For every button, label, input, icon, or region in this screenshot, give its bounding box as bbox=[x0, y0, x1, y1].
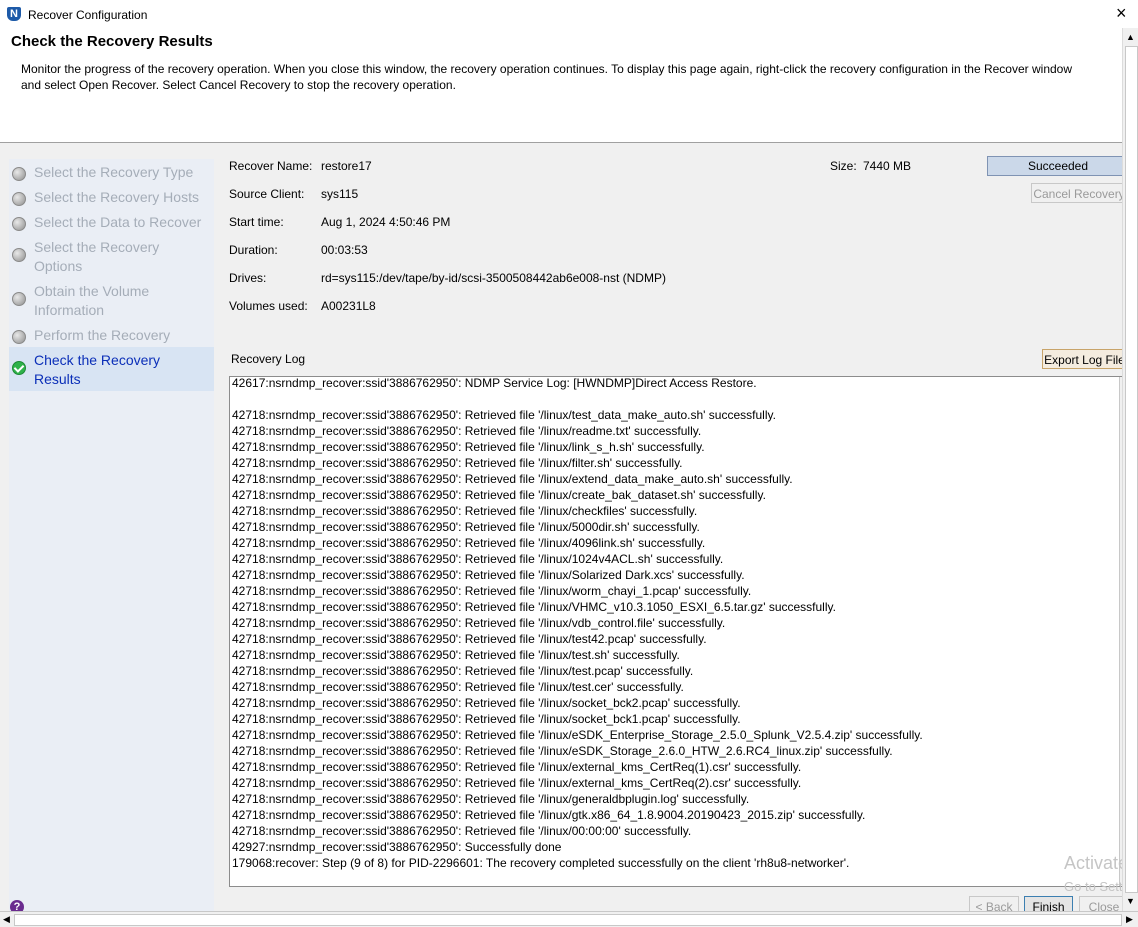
activate-windows-watermark: Activate Go to Setti bbox=[1064, 853, 1128, 897]
scroll-right-icon[interactable]: ▶ bbox=[1126, 914, 1133, 925]
log-line: 42927:nsrndmp_recover:ssid'3886762950': … bbox=[232, 840, 562, 854]
step-pending-icon bbox=[12, 192, 26, 206]
log-line: 42718:nsrndmp_recover:ssid'3886762950': … bbox=[232, 440, 705, 454]
step-label: Obtain the Volume Information bbox=[34, 283, 150, 318]
step-label: Check the Recovery Results bbox=[34, 352, 161, 387]
log-line: 42718:nsrndmp_recover:ssid'3886762950': … bbox=[232, 824, 692, 838]
scrollbar-thumb[interactable] bbox=[14, 914, 1122, 926]
start-time-value: Aug 1, 2024 4:50:46 PM bbox=[321, 215, 451, 229]
log-line: 42718:nsrndmp_recover:ssid'3886762950': … bbox=[232, 600, 836, 614]
log-line: 42718:nsrndmp_recover:ssid'3886762950': … bbox=[232, 760, 802, 774]
log-line: 42718:nsrndmp_recover:ssid'3886762950': … bbox=[232, 744, 893, 758]
window-titlebar: N Recover Configuration × bbox=[0, 0, 1138, 28]
step-pending-icon bbox=[12, 330, 26, 344]
log-line: 42718:nsrndmp_recover:ssid'3886762950': … bbox=[232, 504, 698, 518]
log-line: 42718:nsrndmp_recover:ssid'3886762950': … bbox=[232, 472, 793, 486]
log-line: 42718:nsrndmp_recover:ssid'3886762950': … bbox=[232, 568, 745, 582]
log-line: 42718:nsrndmp_recover:ssid'3886762950': … bbox=[232, 632, 707, 646]
duration-value: 00:03:53 bbox=[321, 243, 368, 257]
log-line: 179068:recover: Step (9 of 8) for PID-22… bbox=[232, 856, 850, 870]
window-horizontal-scrollbar[interactable]: ◀ ▶ bbox=[0, 911, 1138, 927]
step-obtain-volume-information: Obtain the Volume Information bbox=[9, 282, 214, 326]
step-select-recovery-options: Select the Recovery Options bbox=[9, 238, 214, 282]
scrollbar-thumb[interactable] bbox=[1125, 46, 1138, 893]
start-time-label: Start time: bbox=[229, 215, 284, 229]
log-line: 42718:nsrndmp_recover:ssid'3886762950': … bbox=[232, 680, 684, 694]
log-line: 42718:nsrndmp_recover:ssid'3886762950': … bbox=[232, 552, 724, 566]
step-label: Perform the Recovery bbox=[34, 327, 171, 343]
page-title: Check the Recovery Results bbox=[11, 33, 213, 50]
step-pending-icon bbox=[12, 167, 26, 181]
recover-name-value: restore17 bbox=[321, 159, 372, 173]
step-pending-icon bbox=[12, 292, 26, 306]
step-select-recovery-type: Select the Recovery Type bbox=[9, 163, 214, 188]
log-line: 42718:nsrndmp_recover:ssid'3886762950': … bbox=[232, 488, 766, 502]
window-vertical-scrollbar[interactable]: ▲ ▼ bbox=[1122, 28, 1138, 912]
scroll-down-icon[interactable]: ▼ bbox=[1126, 896, 1135, 906]
step-label: Select the Recovery Options bbox=[34, 239, 160, 274]
drives-label: Drives: bbox=[229, 271, 267, 285]
source-client-value: sys115 bbox=[321, 187, 359, 201]
log-line: 42718:nsrndmp_recover:ssid'3886762950': … bbox=[232, 424, 702, 438]
recovery-status-badge: Succeeded bbox=[987, 156, 1129, 176]
wizard-steps-sidebar: Select the Recovery Type Select the Reco… bbox=[9, 159, 214, 911]
log-line: 42718:nsrndmp_recover:ssid'3886762950': … bbox=[232, 728, 923, 742]
step-label: Select the Data to Recover bbox=[34, 214, 202, 230]
volumes-used-label: Volumes used: bbox=[229, 299, 308, 313]
checkmark-icon bbox=[12, 361, 26, 375]
scroll-left-icon[interactable]: ◀ bbox=[3, 914, 10, 925]
wizard-header: Check the Recovery Results Monitor the p… bbox=[0, 28, 1122, 143]
duration-label: Duration: bbox=[229, 243, 278, 257]
log-line: 42718:nsrndmp_recover:ssid'3886762950': … bbox=[232, 584, 752, 598]
source-client-label: Source Client: bbox=[229, 187, 305, 201]
recover-name-label: Recover Name: bbox=[229, 159, 313, 173]
log-line: 42718:nsrndmp_recover:ssid'3886762950': … bbox=[232, 408, 776, 422]
log-line: 42718:nsrndmp_recover:ssid'3886762950': … bbox=[232, 808, 866, 822]
log-line: 42718:nsrndmp_recover:ssid'3886762950': … bbox=[232, 616, 726, 630]
recovery-log-label: Recovery Log bbox=[231, 352, 306, 366]
log-line: 42617:nsrndmp_recover:ssid'3886762950': … bbox=[232, 376, 757, 390]
step-label: Select the Recovery Hosts bbox=[34, 189, 199, 205]
networker-app-icon: N bbox=[7, 7, 21, 21]
watermark-line-2: Go to Setti bbox=[1064, 879, 1126, 894]
window-title: Recover Configuration bbox=[28, 8, 148, 22]
step-label: Select the Recovery Type bbox=[34, 164, 194, 180]
recovery-log-textarea[interactable]: 42617:nsrndmp_recover:ssid'3886762950': … bbox=[229, 376, 1126, 887]
watermark-line-1: Activate bbox=[1064, 853, 1129, 873]
log-line: 42718:nsrndmp_recover:ssid'3886762950': … bbox=[232, 664, 694, 678]
log-line: 42718:nsrndmp_recover:ssid'3886762950': … bbox=[232, 456, 683, 470]
cancel-recovery-button[interactable]: Cancel Recovery bbox=[1031, 183, 1127, 203]
step-check-recovery-results: Check the Recovery Results bbox=[9, 347, 214, 391]
size-label: Size: bbox=[830, 159, 857, 173]
log-line: 42718:nsrndmp_recover:ssid'3886762950': … bbox=[232, 648, 680, 662]
step-pending-icon bbox=[12, 248, 26, 262]
log-line: 42718:nsrndmp_recover:ssid'3886762950': … bbox=[232, 696, 741, 710]
export-log-file-button[interactable]: Export Log File bbox=[1042, 349, 1127, 369]
volumes-used-value: A00231L8 bbox=[321, 299, 376, 313]
log-line: 42718:nsrndmp_recover:ssid'3886762950': … bbox=[232, 520, 700, 534]
step-pending-icon bbox=[12, 217, 26, 231]
log-line: 42718:nsrndmp_recover:ssid'3886762950': … bbox=[232, 792, 750, 806]
step-perform-recovery: Perform the Recovery bbox=[9, 326, 214, 348]
drives-value: rd=sys115:/dev/tape/by-id/scsi-350050844… bbox=[321, 271, 666, 285]
close-window-icon[interactable]: × bbox=[1116, 4, 1127, 22]
step-select-data-to-recover: Select the Data to Recover bbox=[9, 213, 214, 238]
scroll-up-icon[interactable]: ▲ bbox=[1126, 32, 1135, 42]
size-value: 7440 MB bbox=[863, 159, 912, 173]
page-description: Monitor the progress of the recovery ope… bbox=[21, 62, 1073, 92]
log-line: 42718:nsrndmp_recover:ssid'3886762950': … bbox=[232, 712, 741, 726]
log-line: 42718:nsrndmp_recover:ssid'3886762950': … bbox=[232, 536, 706, 550]
step-select-recovery-hosts: Select the Recovery Hosts bbox=[9, 188, 214, 213]
log-line: 42718:nsrndmp_recover:ssid'3886762950': … bbox=[232, 776, 802, 790]
